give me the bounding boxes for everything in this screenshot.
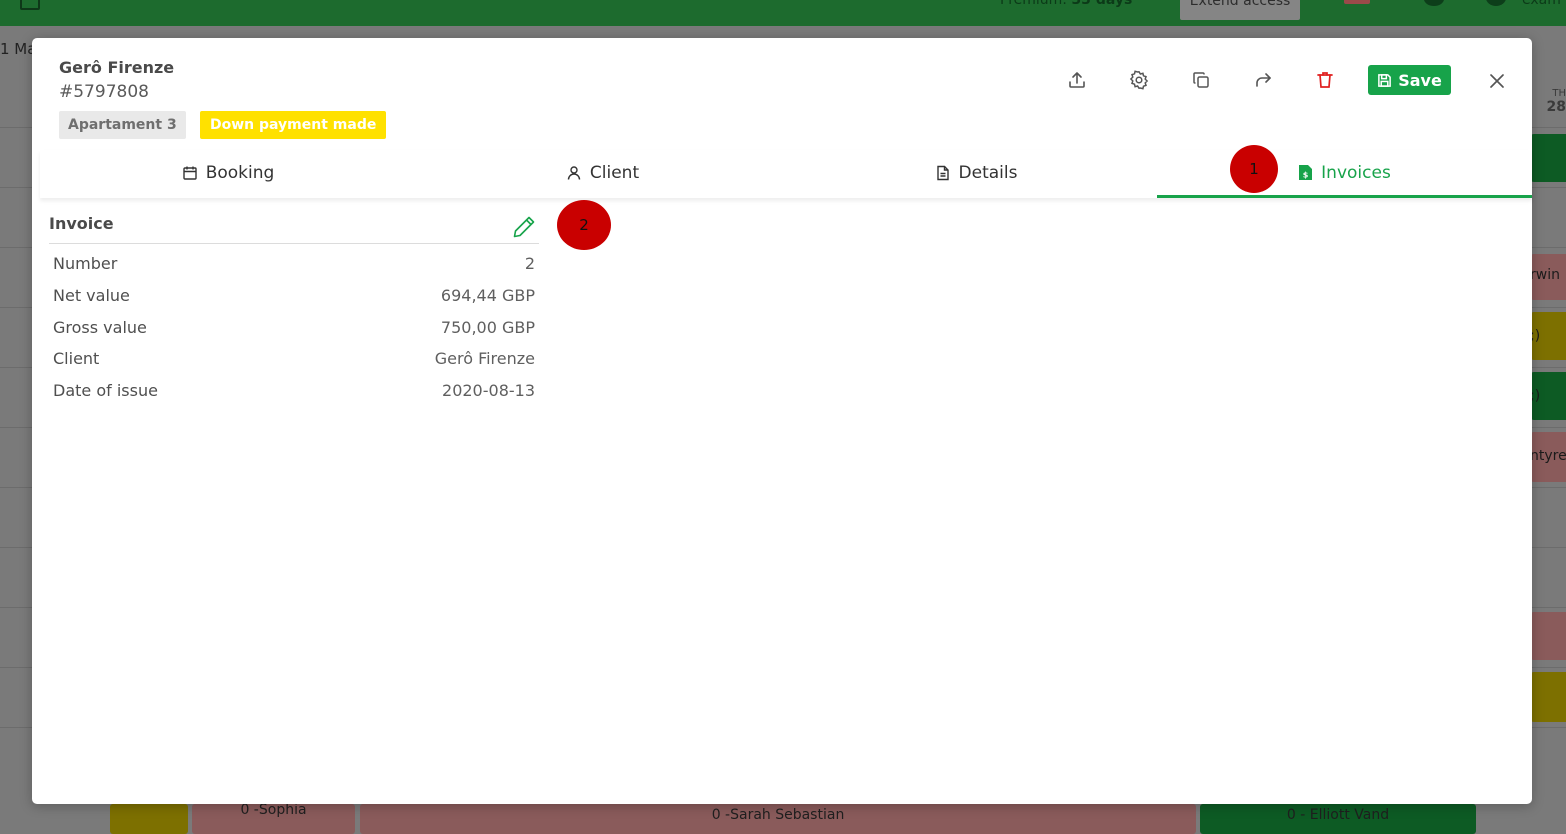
invoice-row-value: 2020-08-13 xyxy=(442,381,535,401)
invoice-row-value: Gerô Firenze xyxy=(434,349,535,369)
tab-details[interactable]: Details xyxy=(789,150,1163,196)
pencil-icon xyxy=(513,216,535,238)
status-badge: Down payment made xyxy=(200,111,387,139)
export-button[interactable] xyxy=(1064,67,1090,93)
svg-text:$: $ xyxy=(1303,171,1309,180)
app-topbar: Premium: 33 days Extend access exam xyxy=(0,0,1566,26)
calendar-booking-cell[interactable]: 0 -Sarah Sebastian xyxy=(360,804,1196,834)
user-icon xyxy=(567,166,581,180)
settings-button[interactable] xyxy=(1126,67,1152,93)
calendar-icon xyxy=(182,166,197,180)
close-icon xyxy=(1490,74,1504,88)
invoice-header: Invoice xyxy=(49,210,539,244)
username-label: exam xyxy=(1522,0,1561,8)
booking-client-name: Gerô Firenze xyxy=(59,58,175,77)
floppy-disk-icon xyxy=(1378,73,1392,87)
edit-invoice-button[interactable] xyxy=(511,214,537,240)
room-tag: Apartament 3 xyxy=(59,111,186,139)
invoice-row-date-of-issue: Date of issue 2020-08-13 xyxy=(49,375,539,407)
save-button[interactable]: Save xyxy=(1368,65,1451,95)
invoice-row-value: 750,00 GBP xyxy=(440,317,535,337)
trash-icon xyxy=(1317,72,1333,88)
calendar-booking-cell[interactable]: rwin xyxy=(1530,254,1566,300)
invoice-row-number: Number 2 xyxy=(49,248,539,280)
annotation-marker-2: 2 xyxy=(557,200,611,250)
delete-button[interactable] xyxy=(1312,67,1338,93)
invoice-panel: Invoice Number 2 Net value 694,44 GBP Gr… xyxy=(49,210,539,407)
tab-invoices[interactable]: $ Invoices xyxy=(1157,150,1532,198)
calendar-booking-cell[interactable]: ntyre xyxy=(1530,432,1566,482)
calendar-booking-cell[interactable]: ;) xyxy=(1530,312,1566,360)
invoice-icon: $ xyxy=(1299,165,1313,180)
invoice-title: Invoice xyxy=(49,214,114,233)
close-button[interactable] xyxy=(1484,68,1510,94)
calendar-booking-cell[interactable] xyxy=(1530,672,1566,722)
copy-button[interactable] xyxy=(1188,67,1214,93)
calendar-month-label: 1 Ma xyxy=(0,40,37,58)
extend-access-button[interactable]: Extend access xyxy=(1180,0,1300,20)
invoice-row-net-value: Net value 694,44 GBP xyxy=(49,280,539,312)
gear-icon xyxy=(1129,70,1149,90)
upload-icon xyxy=(1069,72,1085,88)
invoice-row-label: Net value xyxy=(53,285,130,305)
calendar-booking-cell[interactable] xyxy=(1530,134,1566,182)
invoice-row-label: Number xyxy=(53,254,118,273)
calendar-booking-cell[interactable]: ;) xyxy=(1530,372,1566,420)
calendar-booking-cell[interactable] xyxy=(1530,612,1566,660)
booking-modal: Gerô Firenze #5797808 Apartament 3 Down … xyxy=(32,38,1532,804)
invoice-row-client: Client Gerô Firenze xyxy=(49,343,539,375)
calendar-grid-icon[interactable] xyxy=(20,0,40,10)
copy-icon xyxy=(1193,72,1209,88)
invoice-row-label: Date of issue xyxy=(53,381,158,401)
invoice-row-value: 2 xyxy=(524,254,535,273)
language-flag-icon[interactable] xyxy=(1344,0,1370,4)
invoice-row-label: Client xyxy=(53,349,100,369)
calendar-booking-cell[interactable] xyxy=(110,804,188,834)
booking-tabs: Booking Client Details $ Invoices xyxy=(40,150,1532,198)
document-icon xyxy=(936,165,949,181)
calendar-day-header: TH 28 xyxy=(1546,88,1566,115)
notification-bell-icon[interactable] xyxy=(1424,0,1444,6)
booking-id: #5797808 xyxy=(59,82,149,102)
annotation-marker-1: 1 xyxy=(1230,145,1278,193)
user-avatar-icon[interactable] xyxy=(1486,0,1506,6)
share-button[interactable] xyxy=(1250,67,1276,93)
invoice-details: Number 2 Net value 694,44 GBP Gross valu… xyxy=(49,244,539,407)
tab-client[interactable]: Client xyxy=(416,150,789,196)
tab-booking[interactable]: Booking xyxy=(40,150,416,196)
invoice-row-value: 694,44 GBP xyxy=(440,285,535,305)
calendar-booking-cell[interactable]: 0 -Sophia xyxy=(192,804,355,834)
forward-arrow-icon xyxy=(1256,73,1271,87)
calendar-booking-cell[interactable]: 0 - Elliott Vand xyxy=(1200,804,1476,834)
invoice-row-gross-value: Gross value 750,00 GBP xyxy=(49,312,539,344)
invoice-row-label: Gross value xyxy=(53,317,147,337)
premium-status: Premium: 33 days xyxy=(1000,0,1133,8)
